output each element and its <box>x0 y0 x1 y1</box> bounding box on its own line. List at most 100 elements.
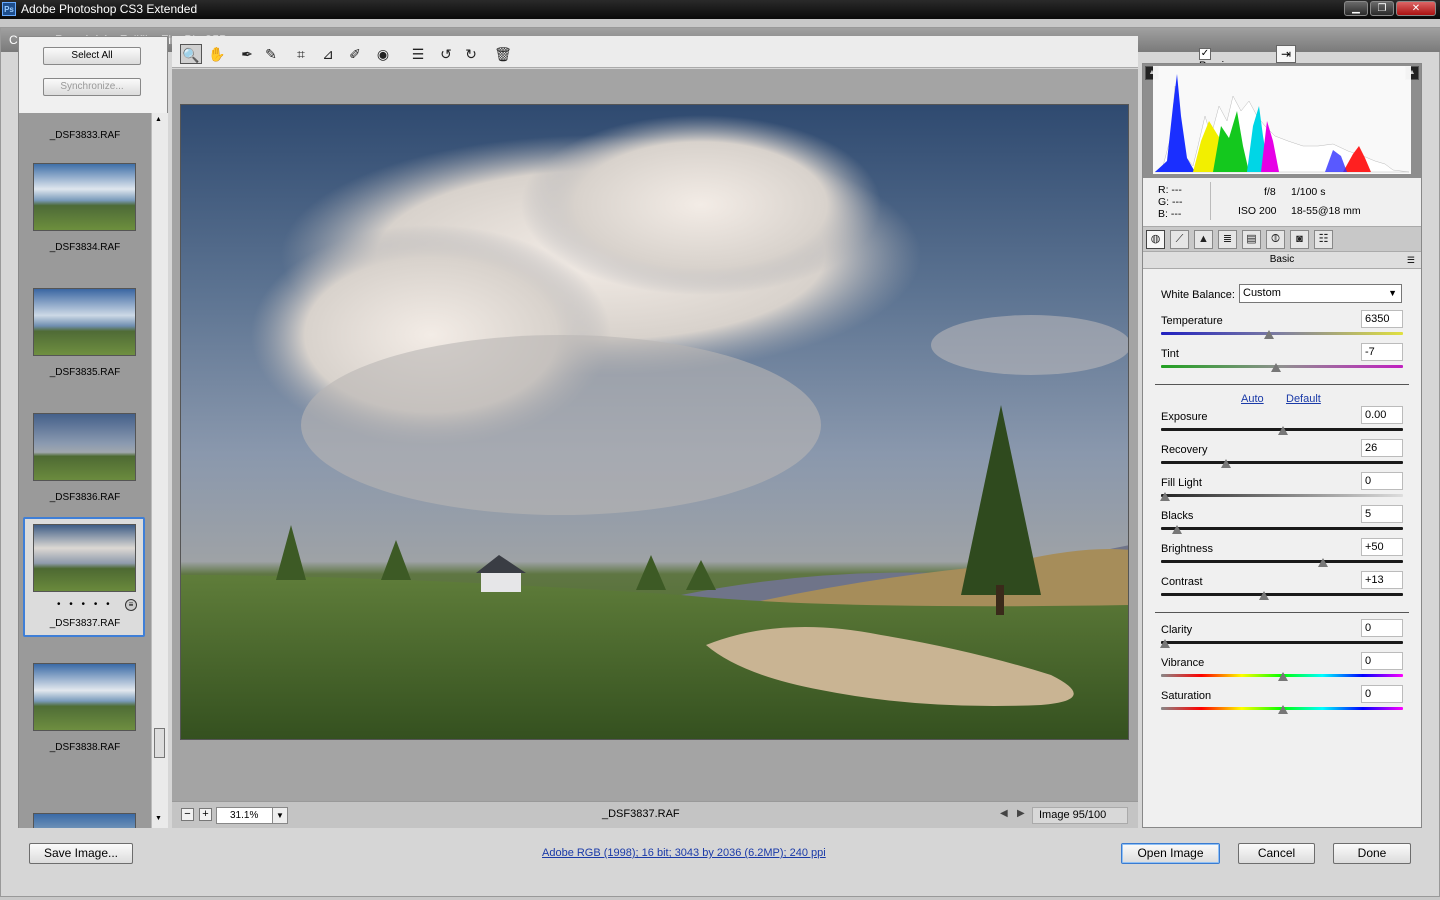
slider-value-field[interactable]: 0 <box>1361 619 1403 637</box>
select-all-button[interactable]: Select All <box>43 47 141 65</box>
tab-split-toning-icon[interactable]: ▤ <box>1242 230 1261 249</box>
filmstrip-item[interactable]: _DSF3838.RAF <box>25 649 145 767</box>
filmstrip-item[interactable]: _DSF3835.RAF <box>25 274 145 392</box>
restore-button[interactable]: ❐ <box>1370 1 1394 16</box>
filmstrip: Select All Synchronize... _DSF3833.RAF _… <box>18 36 168 828</box>
synchronize-button[interactable]: Synchronize... <box>43 78 141 96</box>
divider <box>1155 384 1409 385</box>
thumbnail <box>33 813 136 828</box>
tab-lens-corrections-icon[interactable]: ⦷ <box>1266 230 1285 249</box>
open-image-button[interactable]: Open Image <box>1121 843 1220 864</box>
previous-image-icon[interactable]: ◀ <box>1000 808 1008 819</box>
slider-vibrance[interactable]: Vibrance 0 <box>1161 652 1405 687</box>
filmstrip-label: _DSF3834.RAF <box>49 242 121 253</box>
rating-stars[interactable]: • • • • • <box>57 599 113 610</box>
rotate-right-tool[interactable]: ↻ <box>460 44 482 64</box>
slider-value-field[interactable]: 5 <box>1361 505 1403 523</box>
white-balance-select[interactable]: Custom ▼ <box>1239 284 1402 303</box>
slider-handle[interactable] <box>1160 639 1170 648</box>
slider-value-field[interactable]: +13 <box>1361 571 1403 589</box>
scrollbar-thumb[interactable] <box>154 728 165 758</box>
zoom-in-button[interactable]: + <box>199 808 212 821</box>
zoom-level-select[interactable]: 31.1% ▼ <box>216 807 288 824</box>
slider-value-field[interactable]: 0 <box>1361 685 1403 703</box>
rotate-left-tool[interactable]: ↺ <box>435 44 457 64</box>
slider-track[interactable] <box>1161 365 1403 368</box>
panel-menu-icon[interactable]: ☰ <box>1407 252 1415 268</box>
slider-handle[interactable] <box>1278 672 1288 681</box>
scroll-up-icon[interactable]: ▲ <box>155 116 162 123</box>
zoom-out-button[interactable]: − <box>181 808 194 821</box>
slider-handle[interactable] <box>1270 363 1281 372</box>
slider-handle[interactable] <box>1278 705 1288 714</box>
lens: 18-55@18 mm <box>1291 205 1361 217</box>
workflow-options-link[interactable]: Adobe RGB (1998); 16 bit; 3043 by 2036 (… <box>542 847 826 859</box>
tab-detail-icon[interactable]: ▲ <box>1194 230 1213 249</box>
next-image-icon[interactable]: ▶ <box>1017 808 1025 819</box>
slider-value-field[interactable]: 0.00 <box>1361 406 1403 424</box>
slider-value-field[interactable]: 0 <box>1361 472 1403 490</box>
slider-recovery[interactable]: Recovery 26 <box>1161 439 1405 474</box>
image-preview[interactable] <box>180 104 1129 740</box>
slider-handle[interactable] <box>1160 492 1170 501</box>
filmstrip-item[interactable]: _DSF3836.RAF <box>25 399 145 517</box>
slider-label: Fill Light <box>1161 477 1202 489</box>
filmstrip-item-selected[interactable]: • • • • • ≡ _DSF3837.RAF <box>23 517 145 637</box>
auto-button[interactable]: Auto <box>1241 393 1264 405</box>
filmstrip-item[interactable]: _DSF3834.RAF <box>25 149 145 267</box>
fullscreen-toggle-icon[interactable]: ⇥ <box>1276 45 1296 63</box>
delete-tool[interactable]: 🗑 <box>492 44 514 64</box>
slider-handle[interactable] <box>1263 330 1274 339</box>
slider-clarity[interactable]: Clarity 0 <box>1160 619 1405 654</box>
preview-checkbox[interactable]: ✓ <box>1199 48 1211 61</box>
minimize-button[interactable]: ▁ <box>1344 1 1368 16</box>
slider-track[interactable] <box>1161 527 1403 530</box>
tab-tone-curve-icon[interactable]: ⟋ <box>1170 230 1189 249</box>
red-eye-tool[interactable]: ◉ <box>372 44 394 64</box>
slider-contrast[interactable]: Contrast +13 <box>1161 571 1405 606</box>
slider-tint[interactable]: Tint -7 <box>1161 343 1405 378</box>
slider-track[interactable] <box>1161 593 1403 596</box>
default-button[interactable]: Default <box>1286 393 1321 405</box>
slider-fill-light[interactable]: Fill Light 0 <box>1160 472 1405 507</box>
slider-handle[interactable] <box>1171 525 1182 534</box>
slider-track[interactable] <box>1161 494 1403 497</box>
save-image-button[interactable]: Save Image... <box>29 843 133 864</box>
slider-handle[interactable] <box>1318 558 1329 567</box>
tab-presets-icon[interactable]: ☷ <box>1314 230 1333 249</box>
slider-blacks[interactable]: Blacks 5 <box>1161 505 1405 540</box>
slider-value-field[interactable]: 26 <box>1361 439 1403 457</box>
slider-brightness[interactable]: Brightness +50 <box>1161 538 1405 573</box>
slider-value-field[interactable]: -7 <box>1361 343 1403 361</box>
filmstrip-label: _DSF3838.RAF <box>49 742 121 753</box>
slider-handle[interactable] <box>1259 591 1270 600</box>
color-sampler-tool[interactable]: ✎ <box>260 44 282 64</box>
slider-value-field[interactable]: +50 <box>1361 538 1403 556</box>
crop-tool[interactable]: ⌗ <box>290 44 312 64</box>
straighten-tool[interactable]: ⊿ <box>317 44 339 64</box>
done-button[interactable]: Done <box>1333 843 1411 864</box>
cancel-button[interactable]: Cancel <box>1238 843 1315 864</box>
slider-track[interactable] <box>1161 332 1403 335</box>
slider-saturation[interactable]: Saturation 0 <box>1161 685 1405 720</box>
tab-basic-icon[interactable]: ◍ <box>1146 230 1165 249</box>
slider-track[interactable] <box>1161 641 1403 644</box>
slider-handle[interactable] <box>1221 459 1232 468</box>
tab-camera-calibration-icon[interactable]: ◙ <box>1290 230 1309 249</box>
slider-track[interactable] <box>1161 560 1403 563</box>
hand-tool[interactable]: ✋ <box>206 44 228 64</box>
zoom-tool[interactable]: 🔍 <box>180 44 202 64</box>
slider-value-field[interactable]: 0 <box>1361 652 1403 670</box>
slider-track[interactable] <box>1161 461 1403 464</box>
slider-temperature[interactable]: Temperature 6350 <box>1161 310 1405 345</box>
tab-hsl-icon[interactable]: ≣ <box>1218 230 1237 249</box>
close-button[interactable]: ✕ <box>1396 1 1436 16</box>
filmstrip-scrollbar[interactable]: ▲ ▼ <box>151 113 168 828</box>
preferences-tool[interactable]: ☰ <box>407 44 429 64</box>
retouch-tool[interactable]: ✐ <box>344 44 366 64</box>
slider-handle[interactable] <box>1278 426 1288 435</box>
slider-exposure[interactable]: Exposure 0.00 <box>1161 406 1405 441</box>
slider-value-field[interactable]: 6350 <box>1361 310 1403 328</box>
white-balance-tool[interactable]: ✒ <box>236 44 258 64</box>
scroll-down-icon[interactable]: ▼ <box>155 815 162 822</box>
